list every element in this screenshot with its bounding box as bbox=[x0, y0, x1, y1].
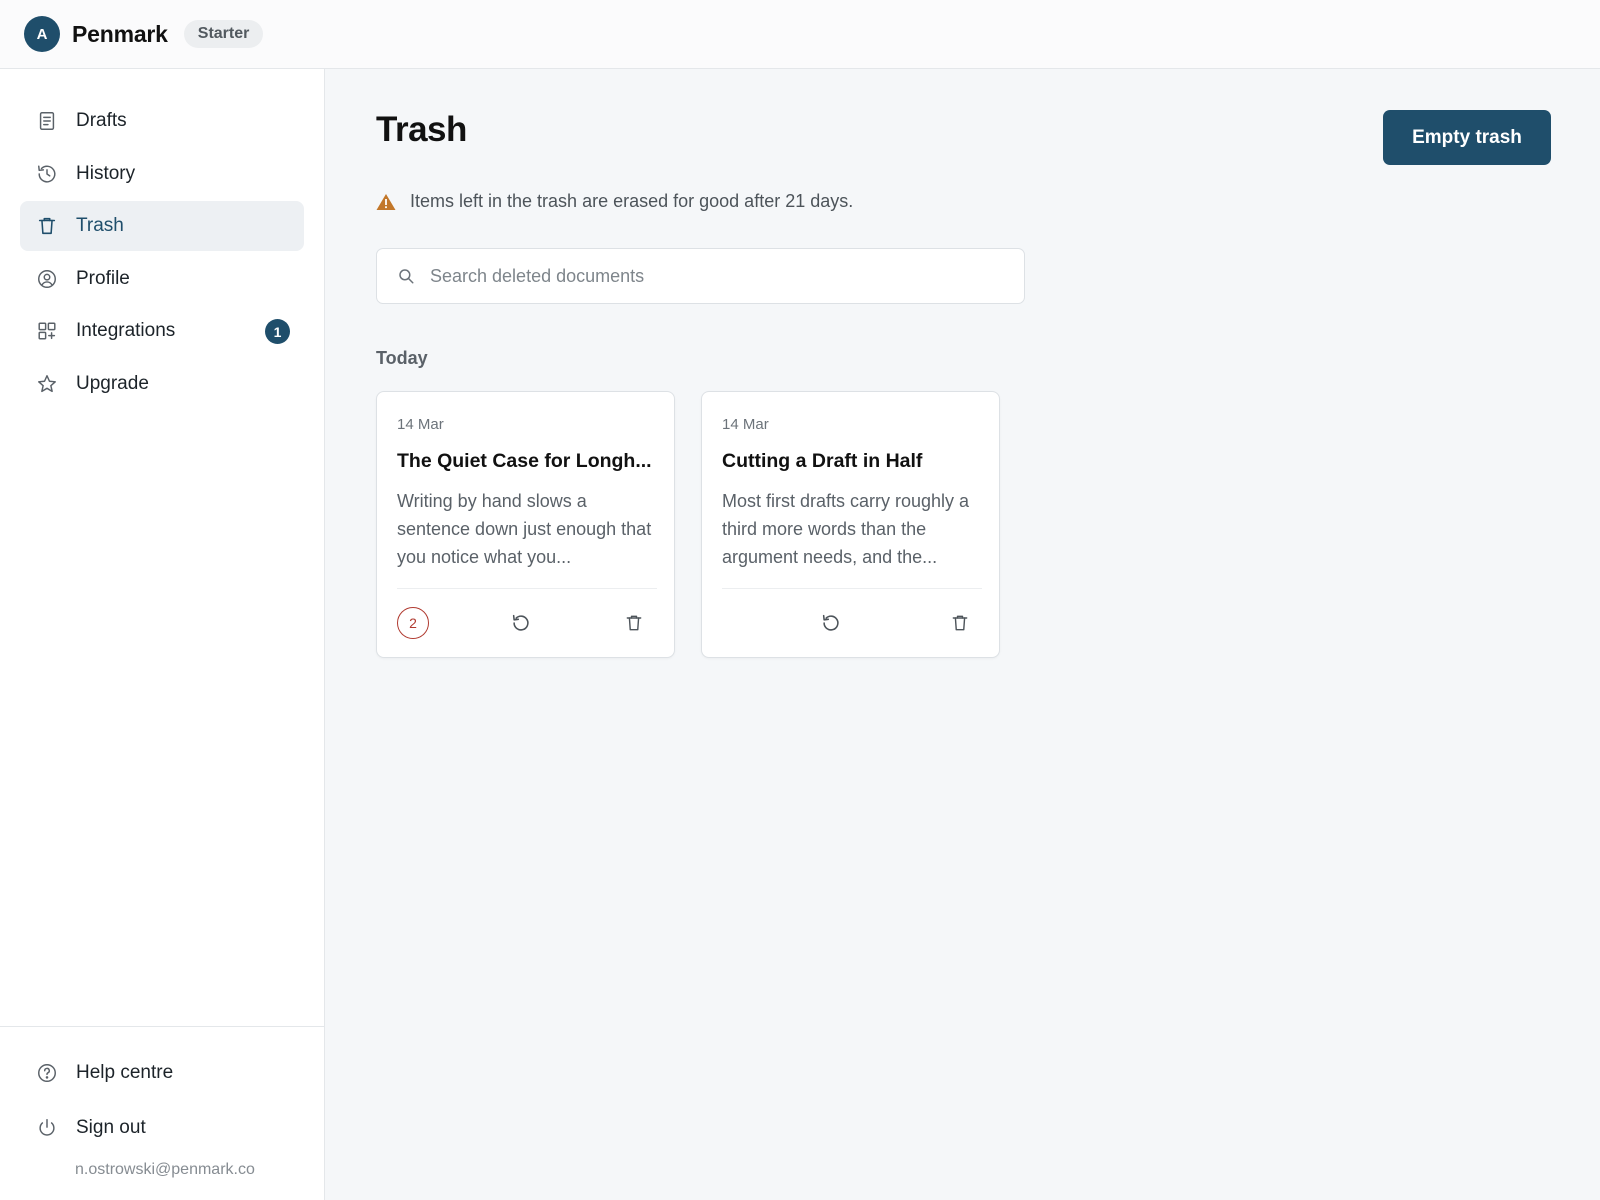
sidebar-item-label: Integrations bbox=[76, 320, 176, 341]
sidebar-item-label: Profile bbox=[76, 267, 130, 289]
sidebar-item-label: Trash bbox=[76, 215, 124, 236]
sidebar-item-integrations[interactable]: Integrations 1 bbox=[20, 306, 304, 356]
search-box[interactable] bbox=[376, 248, 1025, 304]
history-icon bbox=[36, 163, 58, 185]
sidebar-item-upgrade[interactable]: Upgrade bbox=[20, 359, 304, 409]
notice-text: Items left in the trash are erased for g… bbox=[410, 191, 854, 211]
document-icon bbox=[36, 110, 58, 132]
sidebar-item-history[interactable]: History bbox=[20, 149, 304, 199]
search-input[interactable] bbox=[430, 265, 990, 287]
sidebar-item-drafts[interactable]: Drafts bbox=[20, 96, 304, 146]
section-label-today: Today bbox=[376, 348, 428, 368]
power-icon bbox=[36, 1117, 58, 1139]
brand-name[interactable]: Penmark bbox=[72, 21, 168, 48]
logo-icon[interactable]: A bbox=[24, 16, 60, 52]
page-title: Trash bbox=[376, 110, 467, 149]
card-title: The Quiet Case for Longh... bbox=[397, 450, 652, 472]
trash-icon bbox=[952, 615, 968, 631]
sidebar-item-label: Upgrade bbox=[76, 372, 149, 394]
integrations-count-badge: 1 bbox=[265, 319, 290, 344]
sidebar-footer: Help centre Sign out n.ostrowski@penmark… bbox=[0, 1026, 324, 1200]
card-excerpt: Writing by hand slows a sentence down ju… bbox=[397, 491, 652, 567]
sidebar: Drafts History Trash Profile Integration… bbox=[0, 69, 325, 1200]
card-divider bbox=[722, 588, 982, 589]
sidebar-item-profile[interactable]: Profile bbox=[20, 254, 304, 304]
restore-icon bbox=[822, 614, 839, 631]
card-actions bbox=[702, 605, 1001, 641]
apps-grid-icon bbox=[36, 320, 58, 342]
delete-forever-button[interactable] bbox=[620, 609, 648, 637]
card-divider bbox=[397, 588, 657, 589]
card-title: Cutting a Draft in Half bbox=[722, 450, 923, 472]
deleted-document-card[interactable]: 14 Mar The Quiet Case for Longh... Writi… bbox=[376, 391, 675, 658]
sign-out-button[interactable]: Sign out bbox=[20, 1102, 304, 1154]
user-email: n.ostrowski@penmark.co bbox=[75, 1161, 255, 1178]
sidebar-footer-nav: Help centre Sign out bbox=[20, 1047, 304, 1156]
delete-forever-button[interactable] bbox=[946, 609, 974, 637]
retention-notice: Items left in the trash are erased for g… bbox=[376, 191, 853, 212]
card-date: 14 Mar bbox=[397, 416, 444, 433]
star-icon bbox=[36, 373, 58, 395]
trash-icon bbox=[626, 615, 642, 631]
app-header: A Penmark Starter bbox=[0, 0, 1600, 69]
sidebar-item-label: Help centre bbox=[76, 1062, 174, 1083]
empty-trash-button[interactable]: Empty trash bbox=[1383, 110, 1551, 165]
restore-icon bbox=[512, 614, 529, 631]
sidebar-item-label: Sign out bbox=[76, 1116, 146, 1138]
deleted-document-card[interactable]: 14 Mar Cutting a Draft in Half Most firs… bbox=[701, 391, 1000, 658]
card-excerpt: Most first drafts carry roughly a third … bbox=[722, 491, 970, 567]
sidebar-item-trash[interactable]: Trash bbox=[20, 201, 304, 251]
sidebar-item-label: Drafts bbox=[76, 110, 127, 131]
user-circle-icon bbox=[36, 268, 58, 290]
trash-icon bbox=[36, 215, 58, 237]
help-circle-icon bbox=[36, 1062, 58, 1084]
plan-badge: Starter bbox=[183, 20, 264, 48]
sidebar-nav: Drafts History Trash Profile Integration… bbox=[20, 96, 304, 411]
restore-button[interactable] bbox=[817, 609, 845, 637]
card-actions: 2 bbox=[377, 605, 676, 641]
warning-icon bbox=[376, 193, 396, 211]
card-date: 14 Mar bbox=[722, 416, 769, 433]
search-icon bbox=[397, 267, 415, 285]
count-badge: 2 bbox=[397, 607, 429, 639]
restore-button[interactable] bbox=[507, 609, 535, 637]
sidebar-item-help-centre[interactable]: Help centre bbox=[20, 1047, 304, 1099]
sidebar-item-label: History bbox=[76, 162, 136, 184]
